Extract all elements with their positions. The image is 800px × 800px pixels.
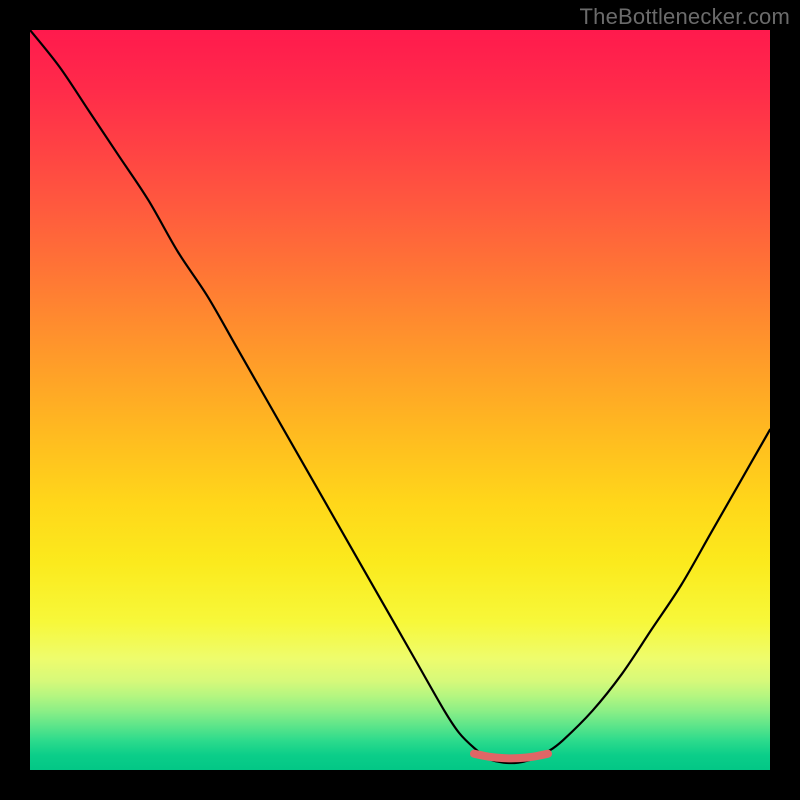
watermark-text: TheBottlenecker.com bbox=[580, 4, 790, 30]
chart-frame: TheBottlenecker.com bbox=[0, 0, 800, 800]
curve-svg bbox=[30, 30, 770, 770]
bottleneck-curve bbox=[30, 30, 770, 763]
plot-area bbox=[30, 30, 770, 770]
optimal-marker bbox=[474, 754, 548, 759]
